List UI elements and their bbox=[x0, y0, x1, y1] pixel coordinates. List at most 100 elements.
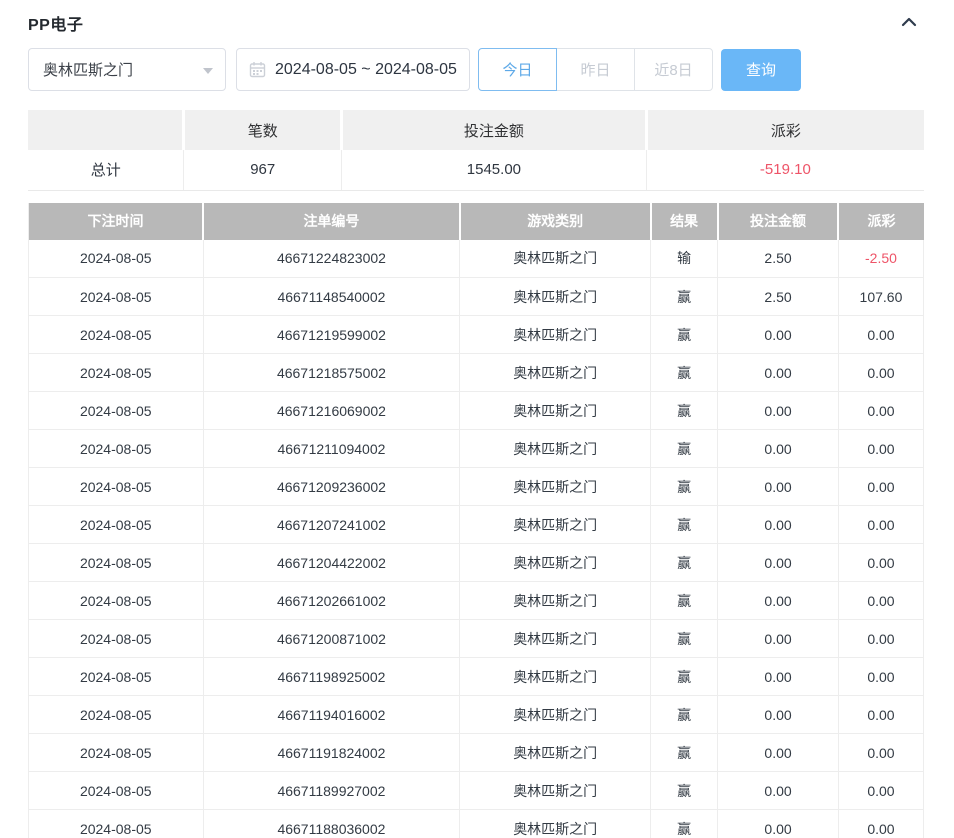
cell-result: 赢 bbox=[651, 430, 718, 468]
table-row: 2024-08-05 46671202661002 奥林匹斯之门 赢 0.00 … bbox=[29, 582, 924, 620]
cell-result: 输 bbox=[651, 240, 718, 278]
cell-bet-time: 2024-08-05 bbox=[29, 658, 204, 696]
cell-bet-time: 2024-08-05 bbox=[29, 468, 204, 506]
cell-bet-time: 2024-08-05 bbox=[29, 544, 204, 582]
cell-game-type: 奥林匹斯之门 bbox=[460, 544, 651, 582]
cell-payout: 0.00 bbox=[838, 734, 923, 772]
cell-bet-amount: 2.50 bbox=[718, 240, 839, 278]
cell-game-type: 奥林匹斯之门 bbox=[460, 696, 651, 734]
cell-result: 赢 bbox=[651, 696, 718, 734]
game-select[interactable]: 奥林匹斯之门 bbox=[28, 48, 226, 91]
pp-electronics-panel: PP电子 奥林匹斯之门 2024-08-05 ~ 20 bbox=[0, 0, 954, 838]
cell-game-type: 奥林匹斯之门 bbox=[460, 506, 651, 544]
cell-payout: 0.00 bbox=[838, 696, 923, 734]
cell-order-number: 46671148540002 bbox=[203, 278, 460, 316]
cell-order-number: 46671224823002 bbox=[203, 240, 460, 278]
cell-bet-amount: 0.00 bbox=[718, 468, 839, 506]
cell-order-number: 46671188036002 bbox=[203, 810, 460, 838]
cell-bet-time: 2024-08-05 bbox=[29, 810, 204, 838]
panel-title: PP电子 bbox=[28, 11, 83, 35]
cell-bet-time: 2024-08-05 bbox=[29, 354, 204, 392]
cell-game-type: 奥林匹斯之门 bbox=[460, 734, 651, 772]
bets-table-body: 2024-08-05 46671224823002 奥林匹斯之门 输 2.50 … bbox=[29, 240, 924, 838]
chevron-up-icon bbox=[900, 17, 918, 32]
cell-bet-amount: 0.00 bbox=[718, 810, 839, 838]
cell-bet-time: 2024-08-05 bbox=[29, 582, 204, 620]
table-row: 2024-08-05 46671211094002 奥林匹斯之门 赢 0.00 … bbox=[29, 430, 924, 468]
cell-order-number: 46671200871002 bbox=[203, 620, 460, 658]
summary-col-payout: 派彩 bbox=[646, 110, 924, 150]
cell-bet-amount: 0.00 bbox=[718, 506, 839, 544]
date-range-input[interactable]: 2024-08-05 ~ 2024-08-05 bbox=[236, 48, 470, 91]
calendar-icon bbox=[249, 61, 266, 78]
cell-bet-amount: 0.00 bbox=[718, 658, 839, 696]
col-payout: 派彩 bbox=[838, 203, 923, 240]
summary-total-row: 总计 967 1545.00 -519.10 bbox=[28, 150, 924, 190]
table-row: 2024-08-05 46671219599002 奥林匹斯之门 赢 0.00 … bbox=[29, 316, 924, 354]
cell-bet-time: 2024-08-05 bbox=[29, 430, 204, 468]
cell-payout: 0.00 bbox=[838, 772, 923, 810]
cell-game-type: 奥林匹斯之门 bbox=[460, 316, 651, 354]
table-row: 2024-08-05 46671209236002 奥林匹斯之门 赢 0.00 … bbox=[29, 468, 924, 506]
cell-game-type: 奥林匹斯之门 bbox=[460, 354, 651, 392]
cell-result: 赢 bbox=[651, 810, 718, 838]
cell-payout: 0.00 bbox=[838, 810, 923, 838]
quick-range-yesterday-button[interactable]: 昨日 bbox=[556, 48, 635, 91]
quick-range-last8days-button[interactable]: 近8日 bbox=[634, 48, 713, 91]
summary-total-count: 967 bbox=[184, 150, 342, 190]
table-row: 2024-08-05 46671194016002 奥林匹斯之门 赢 0.00 … bbox=[29, 696, 924, 734]
cell-bet-time: 2024-08-05 bbox=[29, 506, 204, 544]
search-button[interactable]: 查询 bbox=[721, 49, 801, 91]
table-row: 2024-08-05 46671191824002 奥林匹斯之门 赢 0.00 … bbox=[29, 734, 924, 772]
cell-result: 赢 bbox=[651, 620, 718, 658]
cell-order-number: 46671211094002 bbox=[203, 430, 460, 468]
cell-bet-amount: 0.00 bbox=[718, 620, 839, 658]
cell-game-type: 奥林匹斯之门 bbox=[460, 392, 651, 430]
cell-order-number: 46671209236002 bbox=[203, 468, 460, 506]
cell-bet-time: 2024-08-05 bbox=[29, 240, 204, 278]
table-row: 2024-08-05 46671188036002 奥林匹斯之门 赢 0.00 … bbox=[29, 810, 924, 838]
cell-payout: -2.50 bbox=[838, 240, 923, 278]
cell-payout: 0.00 bbox=[838, 354, 923, 392]
table-row: 2024-08-05 46671218575002 奥林匹斯之门 赢 0.00 … bbox=[29, 354, 924, 392]
cell-order-number: 46671218575002 bbox=[203, 354, 460, 392]
panel-header: PP电子 bbox=[28, 10, 924, 36]
col-result: 结果 bbox=[651, 203, 718, 240]
cell-bet-amount: 2.50 bbox=[718, 278, 839, 316]
cell-bet-amount: 0.00 bbox=[718, 316, 839, 354]
filter-bar: 奥林匹斯之门 2024-08-05 ~ 2024-08-05 今日 昨日 近8日… bbox=[28, 48, 924, 91]
summary-total-label: 总计 bbox=[28, 150, 184, 190]
col-game-type: 游戏类别 bbox=[460, 203, 651, 240]
table-row: 2024-08-05 46671204422002 奥林匹斯之门 赢 0.00 … bbox=[29, 544, 924, 582]
table-row: 2024-08-05 46671207241002 奥林匹斯之门 赢 0.00 … bbox=[29, 506, 924, 544]
col-order-number: 注单编号 bbox=[203, 203, 460, 240]
cell-payout: 0.00 bbox=[838, 506, 923, 544]
quick-range-today-button[interactable]: 今日 bbox=[478, 48, 557, 91]
cell-bet-amount: 0.00 bbox=[718, 430, 839, 468]
cell-bet-time: 2024-08-05 bbox=[29, 696, 204, 734]
cell-game-type: 奥林匹斯之门 bbox=[460, 430, 651, 468]
cell-order-number: 46671219599002 bbox=[203, 316, 460, 354]
cell-game-type: 奥林匹斯之门 bbox=[460, 468, 651, 506]
cell-payout: 0.00 bbox=[838, 544, 923, 582]
cell-result: 赢 bbox=[651, 734, 718, 772]
summary-col-empty bbox=[28, 110, 184, 150]
summary-table: 笔数 投注金额 派彩 总计 967 1545.00 -519.10 bbox=[28, 110, 924, 191]
cell-game-type: 奥林匹斯之门 bbox=[460, 810, 651, 838]
cell-order-number: 46671204422002 bbox=[203, 544, 460, 582]
cell-result: 赢 bbox=[651, 658, 718, 696]
cell-order-number: 46671198925002 bbox=[203, 658, 460, 696]
cell-game-type: 奥林匹斯之门 bbox=[460, 772, 651, 810]
cell-result: 赢 bbox=[651, 582, 718, 620]
cell-payout: 0.00 bbox=[838, 392, 923, 430]
cell-order-number: 46671191824002 bbox=[203, 734, 460, 772]
cell-payout: 0.00 bbox=[838, 430, 923, 468]
summary-col-bet-amount: 投注金额 bbox=[342, 110, 647, 150]
cell-order-number: 46671202661002 bbox=[203, 582, 460, 620]
table-row: 2024-08-05 46671216069002 奥林匹斯之门 赢 0.00 … bbox=[29, 392, 924, 430]
cell-order-number: 46671189927002 bbox=[203, 772, 460, 810]
cell-bet-amount: 0.00 bbox=[718, 544, 839, 582]
collapse-panel-button[interactable] bbox=[894, 13, 924, 34]
cell-payout: 0.00 bbox=[838, 468, 923, 506]
cell-bet-amount: 0.00 bbox=[718, 696, 839, 734]
